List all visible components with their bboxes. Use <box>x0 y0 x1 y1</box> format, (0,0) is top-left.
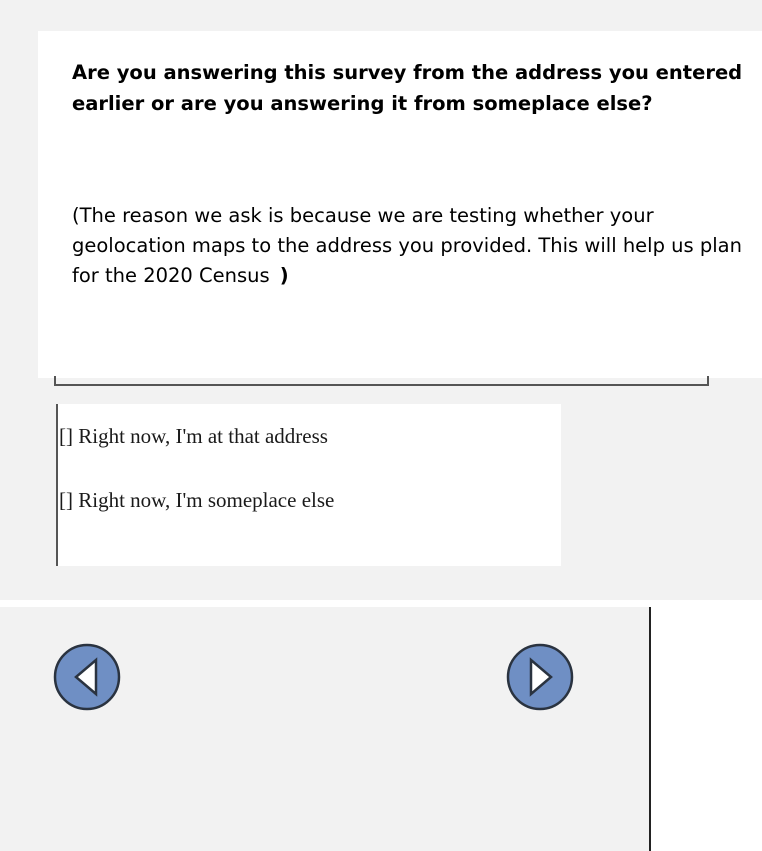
next-button[interactable] <box>506 643 574 711</box>
survey-screen: Are you answering this survey from the a… <box>0 0 762 851</box>
explanation-text: (The reason we ask is because we are tes… <box>72 204 742 287</box>
option-someplace-else[interactable]: [] Right now, I'm someplace else <box>59 487 334 513</box>
navigation-divider <box>649 607 651 851</box>
frame-border <box>54 376 709 386</box>
left-triangle-icon <box>53 643 121 711</box>
options-left-border <box>56 404 58 566</box>
answer-options: [] Right now, I'm at that address [] Rig… <box>56 404 561 566</box>
option-at-address[interactable]: [] Right now, I'm at that address <box>59 423 328 449</box>
right-triangle-icon <box>506 643 574 711</box>
question-card: Are you answering this survey from the a… <box>38 31 762 378</box>
back-button[interactable] <box>53 643 121 711</box>
question-explanation: (The reason we ask is because we are tes… <box>72 201 762 291</box>
explanation-close-paren: ) <box>279 264 289 287</box>
question-text: Are you answering this survey from the a… <box>72 61 743 115</box>
